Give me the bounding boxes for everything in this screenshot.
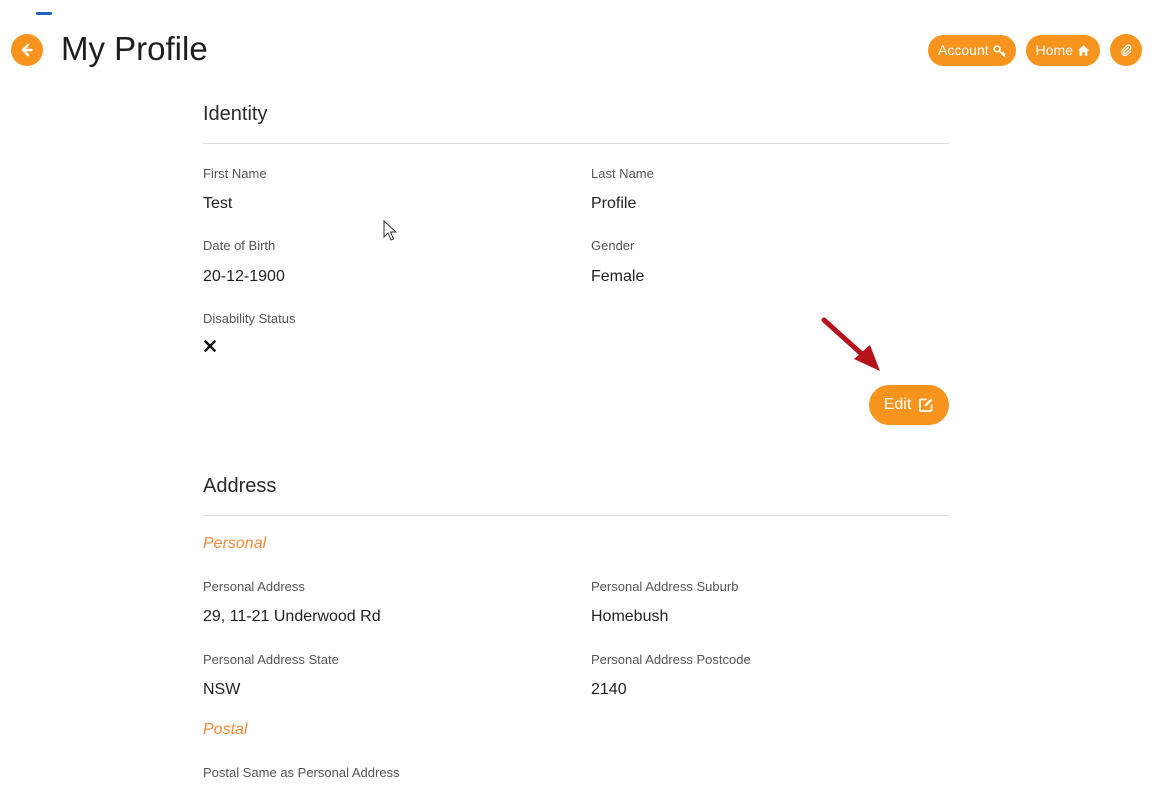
dob-label: Date of Birth [203,238,276,253]
mouse-cursor-icon [383,220,397,241]
home-button[interactable]: Home [1025,34,1100,66]
disability-status-label: Disability Status [203,311,296,326]
arrow-left-icon [21,43,33,57]
identity-section-title: Identity [203,103,268,125]
postal-subsection-heading: Postal [203,721,248,738]
annotation-arrow-icon [821,317,880,371]
x-icon [204,340,216,352]
personal-state-value: NSW [203,681,241,698]
back-button[interactable] [11,34,43,66]
page-title: My Profile [61,30,208,67]
address-section-title: Address [203,475,277,497]
gender-value: Female [591,268,645,285]
first-name-value: Test [203,195,233,212]
gender-label: Gender [591,238,635,253]
personal-suburb-label: Personal Address Suburb [591,579,739,594]
last-name-value: Profile [591,195,637,212]
personal-postcode-label: Personal Address Postcode [591,652,751,667]
paperclip-button[interactable] [1110,34,1142,66]
paperclip-icon [1120,44,1131,56]
home-icon [1077,44,1090,56]
last-name-label: Last Name [591,166,654,181]
personal-state-label: Personal Address State [203,652,339,667]
personal-address-label: Personal Address [203,579,305,594]
personal-subsection-heading: Personal [203,535,267,552]
dob-value: 20-12-1900 [203,268,285,285]
personal-postcode-value: 2140 [591,681,627,698]
account-button-label: Account [938,42,989,58]
postal-same-label: Postal Same as Personal Address [203,765,400,780]
address-divider [203,515,949,516]
profile-page: My Profile Account Home Identity First N… [0,0,1152,792]
identity-divider [203,143,949,144]
top-indicator [36,12,52,15]
edit-button[interactable]: Edit [869,385,949,425]
edit-button-label: Edit [883,396,912,413]
home-button-label: Home [1035,42,1073,58]
personal-suburb-value: Homebush [591,608,669,625]
key-icon [993,44,1006,57]
edit-icon [919,398,933,412]
first-name-label: First Name [203,166,267,181]
account-button[interactable]: Account [928,34,1016,66]
header-buttons: Account Home [928,34,1142,66]
personal-address-value: 29, 11-21 Underwood Rd [203,608,381,625]
